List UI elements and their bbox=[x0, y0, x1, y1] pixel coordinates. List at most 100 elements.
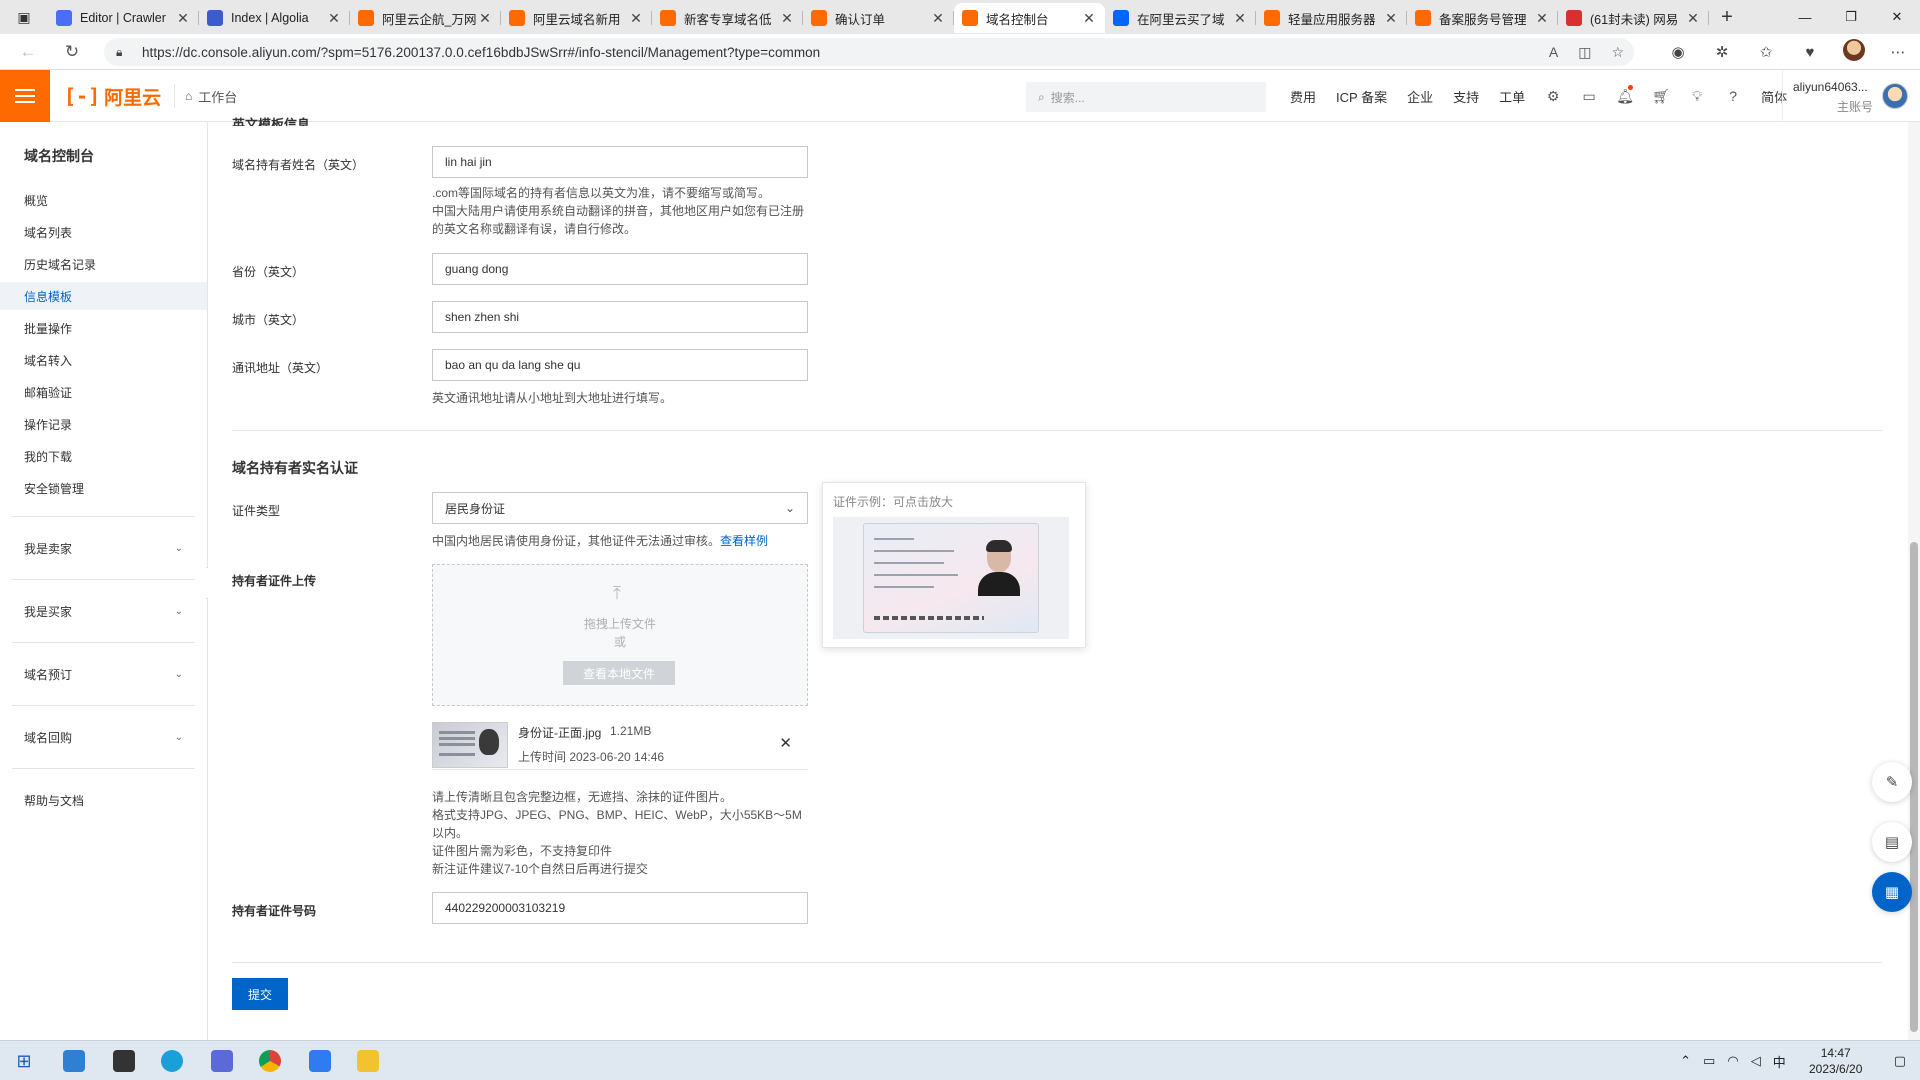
view-sample-link[interactable]: 查看样例 bbox=[720, 534, 768, 548]
province-input[interactable]: guang dong bbox=[432, 253, 808, 285]
browser-essentials-icon[interactable]: ♥ bbox=[1788, 44, 1832, 61]
sidebar-item[interactable]: 我的下载 bbox=[0, 442, 207, 470]
wifi-icon[interactable]: ◠ bbox=[1721, 1053, 1744, 1069]
menu-icon[interactable] bbox=[0, 70, 50, 122]
browser-menu-icon[interactable]: ⋯ bbox=[1876, 43, 1920, 61]
id-card-sample-image[interactable] bbox=[833, 517, 1069, 639]
browser-tab[interactable]: 阿里云企航_万网 ✕ bbox=[350, 3, 501, 33]
tray-expand-icon[interactable]: ⌃ bbox=[1674, 1053, 1697, 1069]
cart-icon[interactable]: 🛒︎ bbox=[1643, 88, 1679, 105]
nav-support[interactable]: 支持 bbox=[1443, 87, 1489, 106]
restore-icon[interactable]: ❐ bbox=[1828, 0, 1874, 34]
account-menu[interactable]: aliyun64063... 主账号 bbox=[1782, 70, 1920, 122]
browser-tab[interactable]: (61封未读) 网易 ✕ bbox=[1558, 3, 1709, 33]
sidebar-group-buyback[interactable]: 域名回购 ⌄ bbox=[12, 705, 195, 768]
notification-icon[interactable]: ▢ bbox=[1880, 1053, 1920, 1069]
aliyun-logo[interactable]: [-] 阿里云 bbox=[64, 84, 161, 109]
split-screen-icon[interactable]: ◫ bbox=[1578, 44, 1591, 61]
edge-icon[interactable] bbox=[152, 1045, 192, 1077]
submit-button[interactable]: 提交 bbox=[232, 978, 288, 1010]
id-card-thumbnail[interactable] bbox=[432, 722, 508, 768]
close-tab-icon[interactable]: ✕ bbox=[779, 10, 795, 27]
battery-icon[interactable]: ▭ bbox=[1697, 1053, 1721, 1069]
lightbulb-icon[interactable]: 💡︎ bbox=[1679, 88, 1715, 105]
close-tab-icon[interactable]: ✕ bbox=[1232, 10, 1248, 27]
vm-app-icon[interactable] bbox=[202, 1045, 242, 1077]
window-menu-icon[interactable]: ▣ bbox=[0, 0, 48, 34]
new-tab-button[interactable]: + bbox=[1709, 6, 1745, 29]
terminal-app-icon[interactable] bbox=[104, 1045, 144, 1077]
page-scrollbar[interactable] bbox=[1908, 122, 1920, 1040]
help-icon[interactable]: ? bbox=[1715, 88, 1751, 104]
volume-icon[interactable]: ◁ bbox=[1745, 1053, 1767, 1069]
browser-tab[interactable]: Editor | Crawler ✕ bbox=[48, 3, 199, 33]
close-tab-icon[interactable]: ✕ bbox=[326, 10, 342, 27]
sidebar-item[interactable]: 域名转入 bbox=[0, 346, 207, 374]
ime-indicator[interactable]: 中 bbox=[1767, 1052, 1792, 1071]
sidebar-group-reserve[interactable]: 域名预订 ⌄ bbox=[12, 642, 195, 705]
close-tab-icon[interactable]: ✕ bbox=[175, 10, 191, 27]
sidebar-help-docs[interactable]: 帮助与文档 bbox=[12, 768, 195, 831]
clock[interactable]: 14:47 2023/6/20 bbox=[1792, 1045, 1880, 1077]
sidebar-group-seller[interactable]: 我是卖家 ⌄ bbox=[12, 516, 195, 579]
minimize-icon[interactable]: — bbox=[1782, 0, 1828, 34]
browser-tab[interactable]: 轻量应用服务器 ✕ bbox=[1256, 3, 1407, 33]
nav-billing[interactable]: 费用 bbox=[1280, 87, 1326, 106]
edit-feedback-icon[interactable]: ✎ bbox=[1872, 762, 1912, 802]
apps-grid-icon[interactable]: ▦ bbox=[1872, 872, 1912, 912]
sidebar-item[interactable]: 信息模板 bbox=[0, 282, 207, 310]
address-input[interactable]: bao an qu da lang she qu bbox=[432, 349, 808, 381]
extensions-icon[interactable]: ✲ bbox=[1700, 43, 1744, 61]
close-tab-icon[interactable]: ✕ bbox=[1081, 10, 1097, 27]
close-tab-icon[interactable]: ✕ bbox=[628, 10, 644, 27]
cert-type-select[interactable]: 居民身份证 ⌄ bbox=[432, 492, 808, 524]
owner-name-input[interactable]: lin hai jin bbox=[432, 146, 808, 178]
browser-tab[interactable]: 确认订单 ✕ bbox=[803, 3, 954, 33]
upload-dropzone[interactable]: ⤒ 拖拽上传文件 或 查看本地文件 bbox=[432, 564, 808, 706]
phone-app-icon[interactable] bbox=[300, 1045, 340, 1077]
close-tab-icon[interactable]: ✕ bbox=[930, 10, 946, 27]
terminal-icon[interactable]: ▭ bbox=[1571, 88, 1607, 105]
file-explorer-icon[interactable] bbox=[348, 1045, 388, 1077]
code-icon[interactable]: ⚙ bbox=[1535, 88, 1571, 105]
city-input[interactable]: shen zhen shi bbox=[432, 301, 808, 333]
close-tab-icon[interactable]: ✕ bbox=[1534, 10, 1550, 27]
sidebar-item[interactable]: 域名列表 bbox=[0, 218, 207, 246]
read-aloud-icon[interactable]: A bbox=[1549, 44, 1558, 60]
nav-ticket[interactable]: 工单 bbox=[1489, 87, 1535, 106]
sidebar-group-buyer[interactable]: 我是买家 ⌄ bbox=[12, 579, 195, 642]
sidebar-item[interactable]: 概览 bbox=[0, 186, 207, 214]
profile-extension-icon[interactable]: ◉ bbox=[1656, 43, 1700, 61]
windows-start-icon[interactable]: ⊞ bbox=[4, 1045, 44, 1077]
browser-tab[interactable]: 阿里云域名新用 ✕ bbox=[501, 3, 652, 33]
bell-icon[interactable]: 🔔︎ bbox=[1607, 84, 1643, 105]
chat-icon[interactable]: ▤ bbox=[1872, 822, 1912, 862]
url-field[interactable]: 🔒︎ https://dc.console.aliyun.com/?spm=51… bbox=[104, 38, 1634, 66]
close-tab-icon[interactable]: ✕ bbox=[1685, 10, 1701, 27]
cert-number-input[interactable]: 440229200003103219 bbox=[432, 892, 808, 924]
sidebar-item[interactable]: 邮箱验证 bbox=[0, 378, 207, 406]
nav-enterprise[interactable]: 企业 bbox=[1397, 87, 1443, 106]
browser-tab[interactable]: 在阿里云买了域 ✕ bbox=[1105, 3, 1256, 33]
workbench-link[interactable]: ⌂ 工作台 bbox=[174, 84, 247, 108]
sidebar-item[interactable]: 历史域名记录 bbox=[0, 250, 207, 278]
nav-icp[interactable]: ICP 备案 bbox=[1326, 87, 1397, 106]
sidebar-item[interactable]: 批量操作 bbox=[0, 314, 207, 342]
close-tab-icon[interactable]: ✕ bbox=[1383, 10, 1399, 27]
favorite-star-icon[interactable]: ☆ bbox=[1611, 44, 1624, 61]
back-icon[interactable]: ← bbox=[10, 34, 46, 70]
refresh-icon[interactable]: ↻ bbox=[54, 34, 90, 70]
favorites-icon[interactable]: ✩ bbox=[1744, 43, 1788, 61]
browser-tab[interactable]: 备案服务号管理 ✕ bbox=[1407, 3, 1558, 33]
close-tab-icon[interactable]: ✕ bbox=[477, 10, 493, 27]
lock-icon[interactable]: 🔒︎ bbox=[116, 45, 132, 60]
chrome-icon[interactable] bbox=[250, 1045, 290, 1077]
search-input[interactable]: ⌕ 搜索... bbox=[1026, 82, 1266, 112]
sidebar-item[interactable]: 安全锁管理 bbox=[0, 474, 207, 502]
sidebar-item[interactable]: 操作记录 bbox=[0, 410, 207, 438]
profile-avatar[interactable] bbox=[1832, 39, 1876, 65]
close-window-icon[interactable]: ✕ bbox=[1874, 0, 1920, 34]
browse-local-file-button[interactable]: 查看本地文件 bbox=[563, 661, 675, 685]
browser-tab[interactable]: 域名控制台 ✕ bbox=[954, 3, 1105, 33]
browser-tab[interactable]: Index | Algolia ✕ bbox=[199, 3, 350, 33]
